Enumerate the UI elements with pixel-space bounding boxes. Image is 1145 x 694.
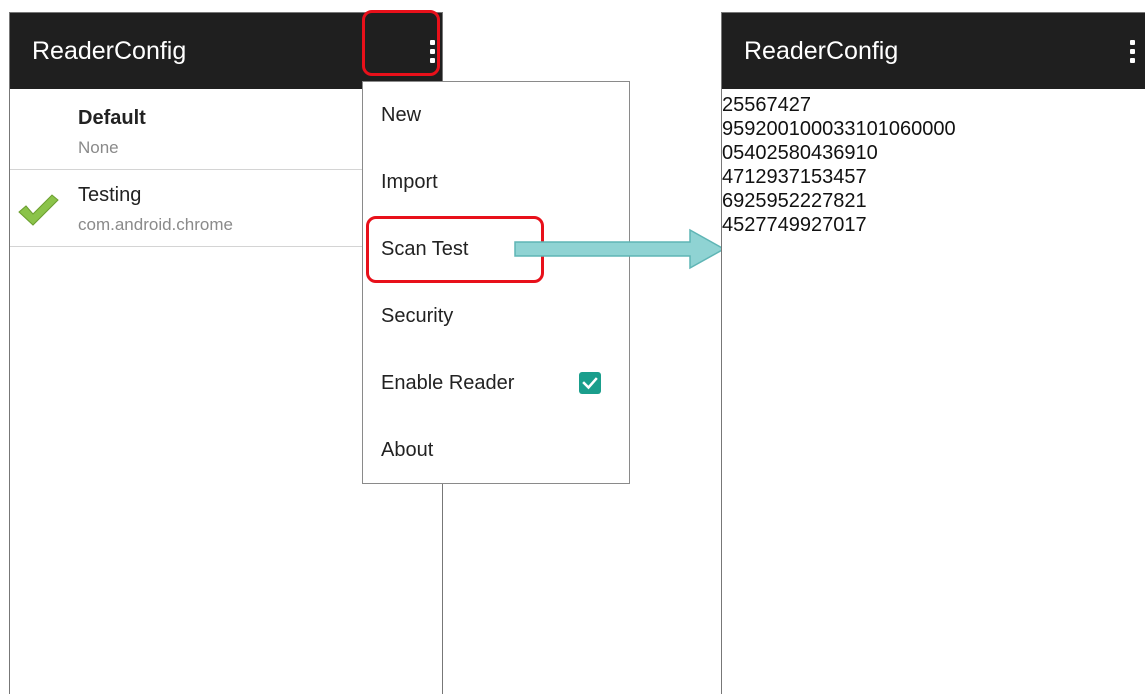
scan-result-line: 959200100033101060000 (722, 118, 956, 140)
app-title: ReaderConfig (32, 37, 187, 65)
menu-item-label: About (381, 439, 434, 461)
menu-item-label: Security (381, 305, 454, 327)
scan-result-line: 05402580436910 (722, 142, 878, 164)
menu-item-security[interactable]: Security (363, 283, 629, 350)
check-icon (582, 377, 598, 390)
overflow-button-highlight (362, 10, 440, 76)
profile-name: Default (78, 107, 146, 129)
enable-reader-checkbox[interactable] (579, 372, 601, 394)
scan-result-line: 4527749927017 (722, 214, 867, 236)
menu-item-import[interactable]: Import (363, 149, 629, 216)
scan-test-screen: ReaderConfig 25567427 959200100033101060… (721, 12, 1145, 694)
menu-item-about[interactable]: About (363, 417, 629, 484)
scan-result-line: 25567427 (722, 94, 811, 116)
menu-item-label: Enable Reader (381, 372, 515, 394)
more-vert-icon[interactable] (1112, 31, 1145, 71)
app-bar: ReaderConfig (722, 13, 1145, 89)
scan-result-line: 6925952227821 (722, 190, 867, 212)
menu-item-enable-reader[interactable]: Enable Reader (363, 350, 629, 417)
profile-subtitle: None (78, 138, 119, 157)
menu-item-label: Import (381, 171, 438, 193)
profile-subtitle: com.android.chrome (78, 215, 233, 234)
menu-item-new[interactable]: New (363, 82, 629, 149)
arrow-right-icon (514, 228, 726, 270)
scan-results-area[interactable]: 25567427 959200100033101060000 054025804… (722, 93, 956, 237)
app-title: ReaderConfig (744, 37, 899, 65)
scan-result-line: 4712937153457 (722, 166, 867, 188)
checkmark-icon (18, 194, 59, 226)
menu-item-label: New (381, 104, 422, 126)
profile-name: Testing (78, 184, 142, 206)
